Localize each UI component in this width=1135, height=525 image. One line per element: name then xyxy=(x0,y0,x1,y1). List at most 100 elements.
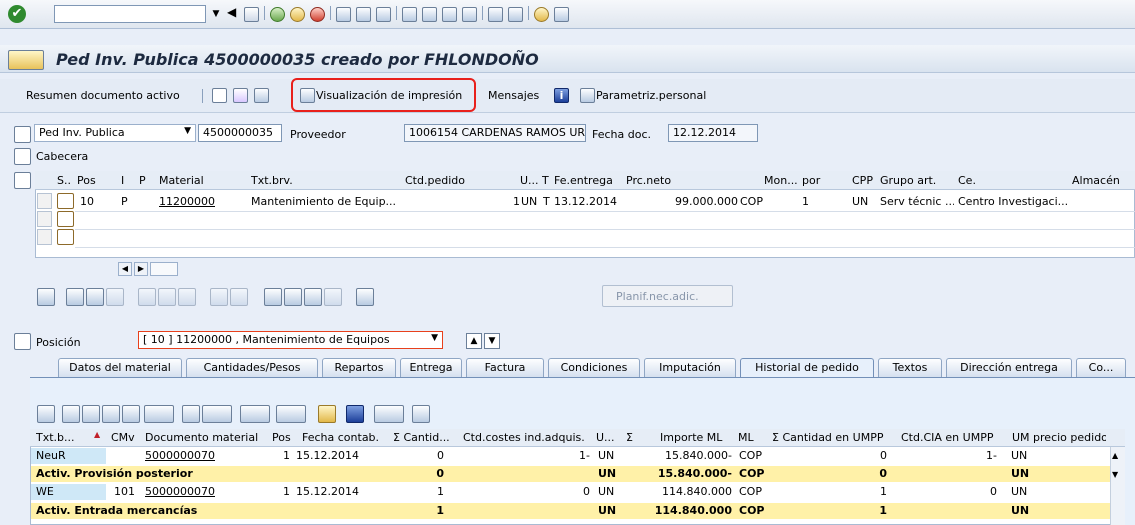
history-row-u[interactable]: UN xyxy=(598,484,614,500)
history-row-doc[interactable]: 5000000070 xyxy=(145,448,215,464)
expand-items-icon[interactable] xyxy=(14,172,31,189)
history-sum-cantid[interactable]: 0 xyxy=(393,466,444,482)
item-p[interactable]: P xyxy=(121,194,135,210)
history-layout-icon[interactable] xyxy=(276,405,306,423)
history-sort-desc-icon[interactable] xyxy=(82,405,100,423)
grid-scroll-thumb[interactable] xyxy=(150,262,178,276)
column-header-grupo[interactable]: Grupo art. xyxy=(880,172,940,190)
history-column-cantid[interactable]: Σ Cantid... xyxy=(393,430,459,447)
new-session-icon[interactable] xyxy=(488,7,503,22)
history-row-umpp[interactable]: 0 xyxy=(772,448,887,464)
history-column-umpp[interactable]: Σ Cantidad en UMPP xyxy=(772,430,896,447)
configuration-icon[interactable] xyxy=(356,288,374,306)
history-find-icon[interactable] xyxy=(102,405,120,423)
parametriz-personal-button[interactable]: Parametriz.personal xyxy=(596,89,706,102)
scroll-down-icon[interactable]: ▼ xyxy=(1112,470,1118,479)
column-header-material[interactable]: Material xyxy=(159,172,239,190)
history-row-cia[interactable]: 1- xyxy=(901,448,997,464)
history-column-sigma[interactable]: Σ xyxy=(626,430,636,447)
history-row-pos[interactable]: 1 xyxy=(272,484,290,500)
item-txt[interactable]: Mantenimiento de Equip... xyxy=(251,194,399,210)
mensajes-button[interactable]: Mensajes xyxy=(488,89,539,102)
print-icon[interactable] xyxy=(336,7,351,22)
tab-direccion-entrega[interactable]: Dirección entrega xyxy=(946,358,1072,377)
info-icon[interactable]: i xyxy=(554,88,569,103)
history-column-u[interactable]: U... xyxy=(596,430,618,447)
history-row-fecha[interactable]: 15.12.2014 xyxy=(296,448,359,464)
command-dropdown-icon[interactable]: ▼ xyxy=(209,6,223,22)
tab-cantidades-pesos[interactable]: Cantidades/Pesos xyxy=(186,358,318,377)
item-ctd[interactable]: 1 xyxy=(405,194,520,210)
tab-entrega[interactable]: Entrega xyxy=(400,358,462,377)
column-header-txt[interactable]: Txt.brv. xyxy=(251,172,371,190)
history-details-icon[interactable] xyxy=(37,405,55,423)
column-header-almacen[interactable]: Almacén xyxy=(1072,172,1132,190)
history-column-ml[interactable]: ML xyxy=(738,430,762,447)
item-material[interactable]: 11200000 xyxy=(159,194,215,210)
personal-settings-icon[interactable] xyxy=(580,88,595,103)
exit-icon[interactable] xyxy=(290,7,305,22)
command-field[interactable] xyxy=(54,5,206,23)
expand-header-icon[interactable] xyxy=(14,148,31,165)
filter-remove-icon[interactable] xyxy=(324,288,342,306)
history-sum-ml[interactable]: COP xyxy=(739,503,765,519)
proveedor-field[interactable]: 1006154 CARDENAS RAMOS URI... xyxy=(404,124,586,142)
help-icon[interactable] xyxy=(534,7,549,22)
history-sum-cantid[interactable]: 1 xyxy=(393,503,444,519)
resumen-documento-button[interactable]: Resumen documento activo xyxy=(26,89,180,102)
column-header-p[interactable]: P xyxy=(139,172,153,190)
history-row-doc[interactable]: 5000000070 xyxy=(145,484,215,500)
history-row-fecha[interactable]: 15.12.2014 xyxy=(296,484,359,500)
select-block-icon[interactable] xyxy=(106,288,124,306)
history-sum-umpp[interactable]: 0 xyxy=(772,466,887,482)
history-row-u[interactable]: UN xyxy=(598,448,614,464)
history-row-importe[interactable]: 114.840.000 xyxy=(640,484,732,500)
save-icon[interactable] xyxy=(244,7,259,22)
history-row-costes[interactable]: 1- xyxy=(463,448,590,464)
item-mon[interactable]: COP xyxy=(740,194,763,210)
tab-imputacion[interactable]: Imputación xyxy=(644,358,736,377)
history-sum-um[interactable]: UN xyxy=(1011,503,1029,519)
grid-scroll-right-icon[interactable]: ▶ xyxy=(134,262,148,276)
find-icon[interactable] xyxy=(356,7,371,22)
history-sum-txt[interactable]: Activ. Entrada mercancías xyxy=(36,503,197,519)
item-pos[interactable]: 10 xyxy=(80,194,94,210)
column-header-fe-entrega[interactable]: Fe.entrega xyxy=(554,172,624,190)
shortcut-icon[interactable] xyxy=(508,7,523,22)
history-column-um[interactable]: UM precio pedido xyxy=(1012,430,1106,447)
history-filter-icon[interactable] xyxy=(144,405,174,423)
history-info-icon[interactable] xyxy=(346,405,364,423)
history-row-txt[interactable]: NeuR xyxy=(36,448,66,464)
item-cpp[interactable]: UN xyxy=(852,194,868,210)
history-row-cia[interactable]: 0 xyxy=(901,484,997,500)
history-row-um[interactable]: UN xyxy=(1011,484,1027,500)
delete-row-icon[interactable] xyxy=(138,288,156,306)
history-column-importe[interactable]: Importe ML xyxy=(660,430,732,447)
tab-condiciones[interactable]: Condiciones xyxy=(548,358,640,377)
history-column-costes[interactable]: Ctd.costes ind.adquis. xyxy=(463,430,591,447)
back-icon[interactable] xyxy=(270,7,285,22)
item-u[interactable]: UN xyxy=(521,194,537,210)
item-details-icon[interactable] xyxy=(37,288,55,306)
history-sum-importe[interactable]: 15.840.000- xyxy=(640,466,732,482)
tab-textos[interactable]: Textos xyxy=(878,358,942,377)
position-select[interactable]: [ 10 ] 11200000 , Mantenimiento de Equip… xyxy=(138,331,443,349)
history-column-cmv[interactable]: CMv xyxy=(111,430,141,447)
row-selector[interactable] xyxy=(37,193,52,209)
item-prc[interactable]: 99.000.000 xyxy=(626,194,738,210)
tab-factura[interactable]: Factura xyxy=(466,358,544,377)
column-header-i[interactable]: I xyxy=(121,172,135,190)
history-column-txt[interactable]: Txt.b... xyxy=(36,430,94,447)
history-column-documento[interactable]: Documento material xyxy=(145,430,267,447)
filter-icon[interactable] xyxy=(304,288,322,306)
history-row-cmv[interactable]: 101 xyxy=(114,484,135,500)
doc-number-field[interactable]: 4500000035 xyxy=(198,124,282,142)
find-next-icon[interactable] xyxy=(376,7,391,22)
document-overview-icon[interactable] xyxy=(14,126,31,143)
history-row-ml[interactable]: COP xyxy=(739,484,762,500)
create-icon[interactable] xyxy=(212,88,227,103)
history-row-importe[interactable]: 15.840.000- xyxy=(640,448,732,464)
history-row-ml[interactable]: COP xyxy=(739,448,762,464)
scroll-up-icon[interactable]: ▲ xyxy=(1112,451,1118,460)
item-fecha[interactable]: 13.12.2014 xyxy=(554,194,617,210)
